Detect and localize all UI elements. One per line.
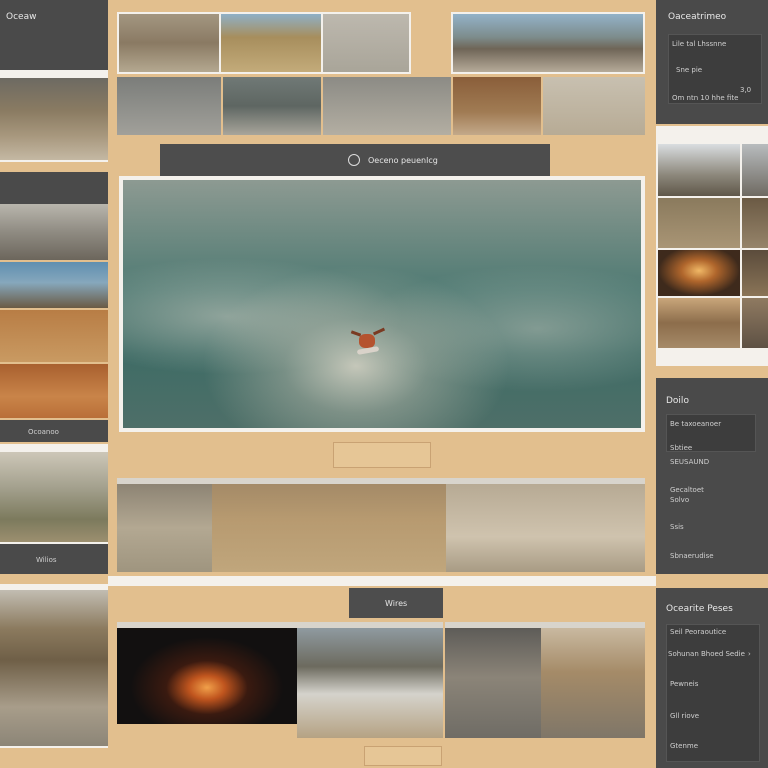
bottom-photo-4[interactable] <box>541 628 645 738</box>
right-bottom-panel-row-4[interactable]: Gll riove <box>670 712 699 720</box>
right-bottom-panel-row-5[interactable]: Gtenme <box>670 742 698 750</box>
middle-strip-photo-2[interactable] <box>212 484 446 572</box>
left-bottom-panel-label: Wilios <box>36 556 57 564</box>
right-mid-panel-row-3[interactable]: SEUSAUND <box>670 458 709 466</box>
right-top-panel-row-2[interactable]: Sne pie <box>676 66 702 74</box>
middle-strip-photo-1[interactable] <box>117 484 212 572</box>
right-gallery-photo-4[interactable] <box>742 198 768 248</box>
right-mid-panel-row-5[interactable]: Solvo <box>670 496 689 504</box>
left-photo-2[interactable] <box>0 204 108 260</box>
left-photo-6[interactable] <box>0 452 108 542</box>
left-mid-panel-header <box>0 172 108 204</box>
top-grid-photo-2[interactable] <box>221 14 321 72</box>
right-mid-panel-row-2[interactable]: Sbtiee <box>670 444 692 452</box>
bottom-tab-label: Wires <box>385 599 408 608</box>
right-gallery-photo-6[interactable] <box>742 250 768 296</box>
top-grid-photo-7[interactable] <box>323 77 451 135</box>
left-top-panel-title: Oceaw <box>6 12 37 22</box>
right-top-panel-title: Oaceatrimeo <box>668 12 727 22</box>
left-photo-3[interactable] <box>0 262 108 308</box>
right-top-panel-value: 3,0 <box>740 86 752 94</box>
top-grid-photo-5[interactable] <box>117 77 221 135</box>
bottom-divider <box>108 576 656 586</box>
right-mid-panel: Doilo Be taxoeanoer Sbtiee SEUSAUND Geca… <box>656 378 768 574</box>
left-mid-panel-footer-label: Ocoanoo <box>28 428 59 436</box>
left-mid-panel-footer: Ocoanoo <box>0 420 108 442</box>
top-grid-photo-8[interactable] <box>453 77 541 135</box>
center-title-bar[interactable]: Oeceno peuenlcg <box>160 144 550 176</box>
right-gallery-photo-2[interactable] <box>742 144 768 196</box>
left-photo-5[interactable] <box>0 364 108 418</box>
right-bottom-panel-title: Ocearite Peses <box>666 604 733 614</box>
left-top-panel: Oceaw <box>0 0 108 70</box>
right-mid-panel-row-1[interactable]: Be taxoeanoer <box>670 420 721 428</box>
main-image-caption-box <box>333 442 431 468</box>
right-mid-panel-row-4[interactable]: Gecaltoet <box>670 486 704 494</box>
camera-icon <box>348 154 360 166</box>
top-grid-photo-1[interactable] <box>119 14 219 72</box>
middle-strip-photo-3[interactable] <box>446 484 645 572</box>
right-gallery-photo-1[interactable] <box>658 144 740 196</box>
center-title-bar-label: Oeceno peuenlcg <box>368 156 438 165</box>
left-photo-4[interactable] <box>0 310 108 362</box>
right-bottom-panel-row-2[interactable]: Sohunan Bhoed Sedie <box>668 650 745 658</box>
right-bottom-panel: Ocearite Peses Seil Peoraoutice Sohunan … <box>656 588 768 768</box>
bottom-photo-1[interactable] <box>117 628 297 724</box>
chevron-right-icon[interactable]: › <box>748 650 751 658</box>
right-bottom-panel-row-3[interactable]: Pewneis <box>670 680 698 688</box>
right-top-panel-row-3[interactable]: Om ntn 10 hhe fite <box>672 94 738 102</box>
surfer-figure <box>350 327 386 358</box>
right-gallery-photo-7[interactable] <box>658 298 740 348</box>
bottom-photo-2[interactable] <box>297 628 443 738</box>
top-grid-photo-9[interactable] <box>543 77 645 135</box>
right-gallery-photo-8[interactable] <box>742 298 768 348</box>
left-photo-7[interactable] <box>0 590 108 746</box>
top-grid-photo-3[interactable] <box>323 14 409 72</box>
right-top-panel-row-1[interactable]: Lile tal Lhssnne <box>672 40 726 48</box>
left-photo-1[interactable] <box>0 78 108 160</box>
top-grid-photo-6[interactable] <box>223 77 321 135</box>
main-surf-image[interactable] <box>123 180 641 428</box>
right-top-panel: Oaceatrimeo Lile tal Lhssnne Sne pie Om … <box>656 0 768 124</box>
bottom-tab[interactable]: Wires <box>349 588 443 618</box>
top-grid-photo-4[interactable] <box>453 14 643 72</box>
bottom-photo-3[interactable] <box>445 628 541 738</box>
right-gallery-photo-5[interactable] <box>658 250 740 296</box>
right-mid-panel-row-6[interactable]: Ssis <box>670 523 684 531</box>
right-mid-panel-row-7[interactable]: Sbnaerudise <box>670 552 714 560</box>
right-gallery-photo-3[interactable] <box>658 198 740 248</box>
left-bottom-panel: Wilios <box>0 544 108 574</box>
bottom-caption-box <box>364 746 442 766</box>
right-mid-panel-title: Doilo <box>666 396 689 406</box>
right-bottom-panel-row-1[interactable]: Seil Peoraoutice <box>670 628 726 636</box>
